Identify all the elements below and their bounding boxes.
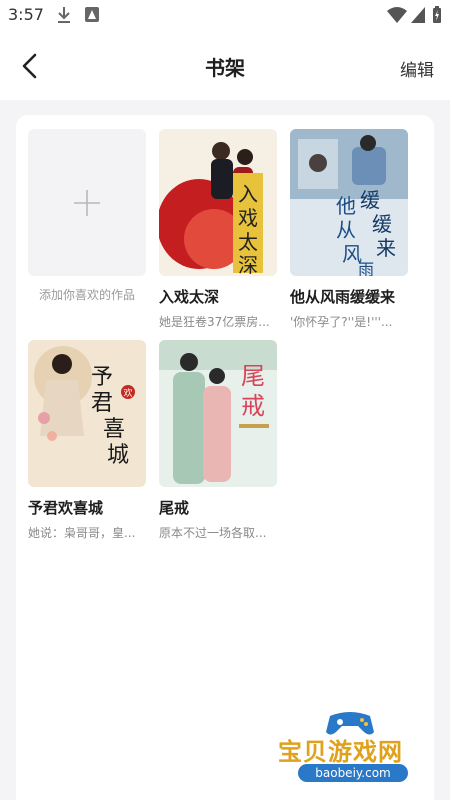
battery-charging-icon xyxy=(432,6,442,28)
book-cover[interactable]: 尾 戒 xyxy=(159,340,277,487)
svg-text:君: 君 xyxy=(91,391,113,416)
book-title: 尾戒 xyxy=(159,499,190,517)
svg-text:太: 太 xyxy=(238,230,258,254)
watermark-name: 宝贝游戏网 xyxy=(278,738,403,766)
status-time: 3:57 xyxy=(8,5,44,24)
svg-text:戏: 戏 xyxy=(238,206,258,230)
svg-text:从: 从 xyxy=(336,218,356,242)
svg-text:他: 他 xyxy=(336,194,356,218)
book-title: 入戏太深 xyxy=(159,288,220,306)
add-book-card[interactable]: 添加你喜欢的作品 xyxy=(28,129,146,303)
book-title: 予君欢喜城 xyxy=(28,499,104,517)
svg-text:戒: 戒 xyxy=(241,392,265,420)
svg-text:喜: 喜 xyxy=(103,417,125,442)
book-description: 她是狂卷37亿票房... xyxy=(159,315,270,329)
svg-text:尾: 尾 xyxy=(241,362,265,390)
watermark-url: baobeiy.com xyxy=(298,764,408,782)
watermark-logo: 宝贝游戏网 baobeiy.com xyxy=(268,710,438,796)
download-icon xyxy=(56,6,72,28)
book-cover[interactable]: 入 戏 太 深 xyxy=(159,129,277,276)
svg-text:来: 来 xyxy=(376,236,396,260)
app-header: 书架 编辑 xyxy=(0,32,450,100)
book-card[interactable]: 缓 缓 来 他 从 风 雨 他从风雨缓缓来 '你怀孕了?''是!'''... xyxy=(290,129,408,330)
add-book-label: 添加你喜欢的作品 xyxy=(38,288,135,302)
book-card[interactable]: 尾 戒 尾戒 原本不过一场各取... xyxy=(159,340,277,541)
svg-text:深: 深 xyxy=(238,253,258,276)
signal-icon xyxy=(410,6,426,28)
book-cover[interactable]: 予 君 喜 城 欢 xyxy=(28,340,146,487)
book-description: 原本不过一场各取... xyxy=(159,526,267,540)
svg-text:予: 予 xyxy=(91,365,113,390)
page-title: 书架 xyxy=(205,56,245,80)
svg-text:雨: 雨 xyxy=(358,260,374,276)
book-card[interactable]: 入 戏 太 深 入戏太深 她是狂卷37亿票房... xyxy=(159,129,277,330)
svg-text:城: 城 xyxy=(107,443,129,468)
edit-button[interactable]: 编辑 xyxy=(400,56,434,81)
add-book-placeholder[interactable] xyxy=(28,129,146,276)
bookshelf-grid: 添加你喜欢的作品 入 戏 太 深 入戏太深 她是狂卷37亿票房... 缓 缓 来… xyxy=(16,115,434,800)
wifi-icon xyxy=(386,6,408,28)
book-description: 她说：枭哥哥，皇... xyxy=(28,526,136,540)
book-title: 他从风雨缓缓来 xyxy=(290,288,396,306)
svg-text:缓: 缓 xyxy=(372,212,392,236)
app-notification-icon xyxy=(84,6,100,28)
svg-text:入: 入 xyxy=(238,182,258,206)
book-cover[interactable]: 缓 缓 来 他 从 风 雨 xyxy=(290,129,408,276)
book-card[interactable]: 予 君 喜 城 欢 予君欢喜城 她说：枭哥哥，皇... xyxy=(28,340,146,541)
status-bar: 3:57 xyxy=(0,0,450,32)
book-description: '你怀孕了?''是!'''... xyxy=(290,315,393,329)
svg-text:欢: 欢 xyxy=(123,387,132,399)
plus-icon xyxy=(74,189,100,216)
svg-text:缓: 缓 xyxy=(360,188,380,212)
